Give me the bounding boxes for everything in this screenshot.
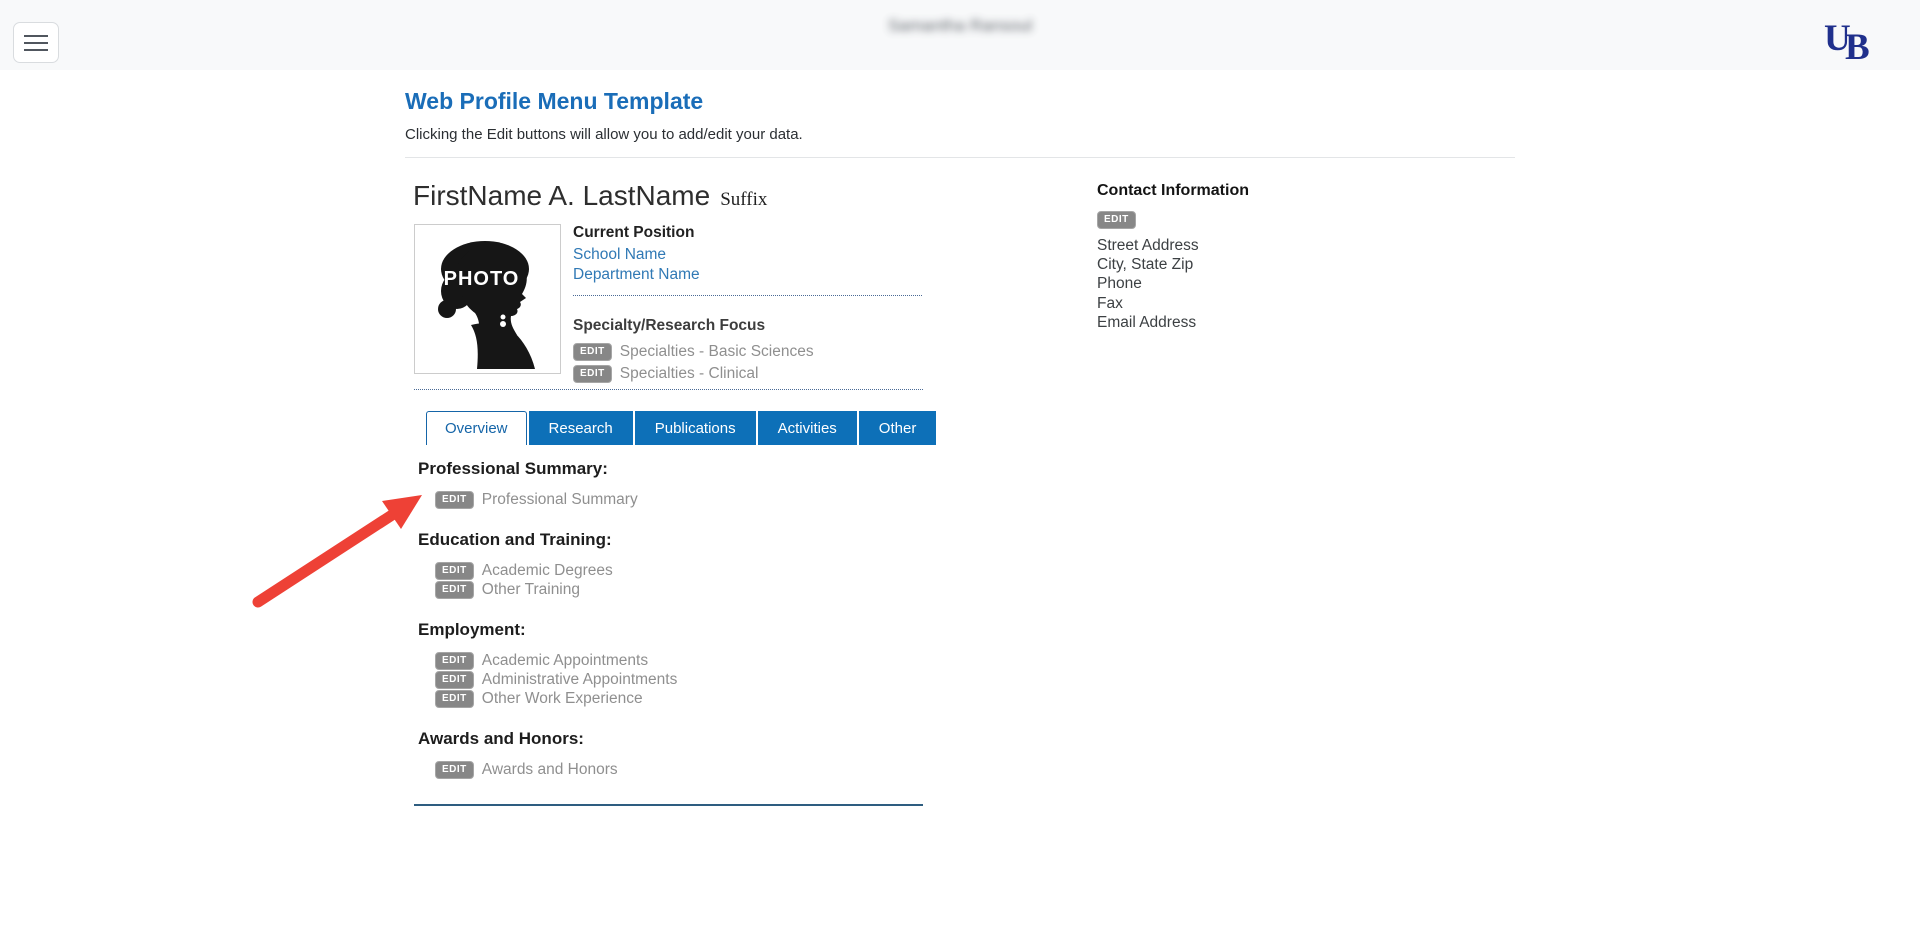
edit-item-row: EDIT Awards and Honors: [435, 760, 958, 779]
edit-item-row: EDIT Academic Degrees: [435, 561, 958, 580]
red-arrow-annotation: [250, 487, 430, 610]
profile-name: FirstName A. LastName: [413, 180, 710, 211]
section-awards-honors: Awards and Honors: EDIT Awards and Honor…: [418, 729, 958, 779]
specialty-item-label: Specialties - Clinical: [620, 364, 759, 383]
department-name-link[interactable]: Department Name: [573, 266, 700, 283]
contact-information-panel: Contact Information EDIT Street Address …: [1097, 182, 1249, 332]
specialty-block: Specialty/Research Focus EDIT Specialtie…: [573, 317, 814, 386]
edit-item-row: EDIT Professional Summary: [435, 490, 958, 509]
page-title: Web Profile Menu Template: [405, 88, 703, 115]
edit-item-label: Administrative Appointments: [482, 670, 678, 689]
dotted-divider: [414, 389, 923, 390]
tab-other[interactable]: Other: [859, 411, 937, 445]
page-subtitle: Clicking the Edit buttons will allow you…: [405, 126, 803, 143]
edit-item-label: Other Work Experience: [482, 689, 643, 708]
edit-button[interactable]: EDIT: [435, 581, 474, 599]
current-position-block: Current Position School Name Department …: [573, 224, 700, 286]
specialty-heading: Specialty/Research Focus: [573, 317, 814, 335]
logged-in-user-name: Samantha Ransoul: [0, 16, 1920, 36]
section-heading: Professional Summary:: [418, 459, 958, 479]
edit-button[interactable]: EDIT: [1097, 211, 1136, 229]
contact-fax: Fax: [1097, 294, 1249, 313]
edit-item-row: EDIT Administrative Appointments: [435, 670, 958, 689]
hamburger-icon: [24, 42, 48, 44]
edit-button[interactable]: EDIT: [435, 491, 474, 509]
section-heading: Employment:: [418, 620, 958, 640]
school-name-link[interactable]: School Name: [573, 246, 700, 263]
web-profile-page: Samantha Ransoul U B Web Profile Menu Te…: [0, 0, 1920, 937]
edit-button[interactable]: EDIT: [435, 652, 474, 670]
current-position-heading: Current Position: [573, 224, 700, 242]
edit-item-label: Academic Appointments: [482, 651, 648, 670]
contact-email-address: Email Address: [1097, 313, 1249, 332]
hamburger-icon: [24, 49, 48, 51]
edit-item-label: Other Training: [482, 580, 580, 599]
ub-logo-letter-b: B: [1845, 29, 1870, 66]
edit-item-label: Professional Summary: [482, 490, 638, 509]
edit-item-row: EDIT Other Training: [435, 580, 958, 599]
edit-item-label: Awards and Honors: [482, 760, 618, 779]
specialty-item-label: Specialties - Basic Sciences: [620, 342, 814, 361]
tab-publications[interactable]: Publications: [635, 411, 756, 445]
section-education-training: Education and Training: EDIT Academic De…: [418, 530, 958, 599]
section-professional-summary: Professional Summary: EDIT Professional …: [418, 459, 958, 509]
top-navigation-bar: Samantha Ransoul U B: [0, 0, 1920, 70]
contact-city-state-zip: City, State Zip: [1097, 255, 1249, 274]
dotted-divider: [573, 295, 922, 296]
edit-button[interactable]: EDIT: [435, 562, 474, 580]
section-employment: Employment: EDIT Academic Appointments E…: [418, 620, 958, 708]
silhouette-image: [419, 229, 556, 369]
edit-item-label: Academic Degrees: [482, 561, 613, 580]
profile-name-heading: FirstName A. LastName Suffix: [413, 180, 767, 212]
contact-street-address: Street Address: [1097, 236, 1249, 255]
section-heading: Education and Training:: [418, 530, 958, 550]
tab-overview[interactable]: Overview: [426, 411, 527, 445]
contact-phone: Phone: [1097, 274, 1249, 293]
profile-suffix: Suffix: [720, 189, 767, 210]
tab-activities[interactable]: Activities: [758, 411, 857, 445]
photo-placeholder-label: PHOTO: [415, 268, 548, 291]
edit-button[interactable]: EDIT: [573, 365, 612, 383]
section-heading: Awards and Honors:: [418, 729, 958, 749]
edit-item-row: EDIT Academic Appointments: [435, 651, 958, 670]
edit-button[interactable]: EDIT: [573, 343, 612, 361]
edit-item-row: EDIT Other Work Experience: [435, 689, 958, 708]
profile-tab-bar: Overview Research Publications Activitie…: [426, 411, 936, 445]
edit-button[interactable]: EDIT: [435, 761, 474, 779]
contact-heading: Contact Information: [1097, 182, 1249, 200]
section-bottom-divider: [414, 804, 923, 806]
profile-photo-placeholder: PHOTO: [414, 224, 561, 374]
edit-button[interactable]: EDIT: [435, 671, 474, 689]
ub-logo[interactable]: U B: [1824, 20, 1894, 64]
header-divider: [405, 157, 1515, 158]
edit-button[interactable]: EDIT: [435, 690, 474, 708]
overview-sections: Professional Summary: EDIT Professional …: [418, 459, 958, 779]
specialty-basic-sciences-row: EDIT Specialties - Basic Sciences: [573, 342, 814, 361]
specialty-clinical-row: EDIT Specialties - Clinical: [573, 364, 814, 383]
tab-research[interactable]: Research: [529, 411, 633, 445]
